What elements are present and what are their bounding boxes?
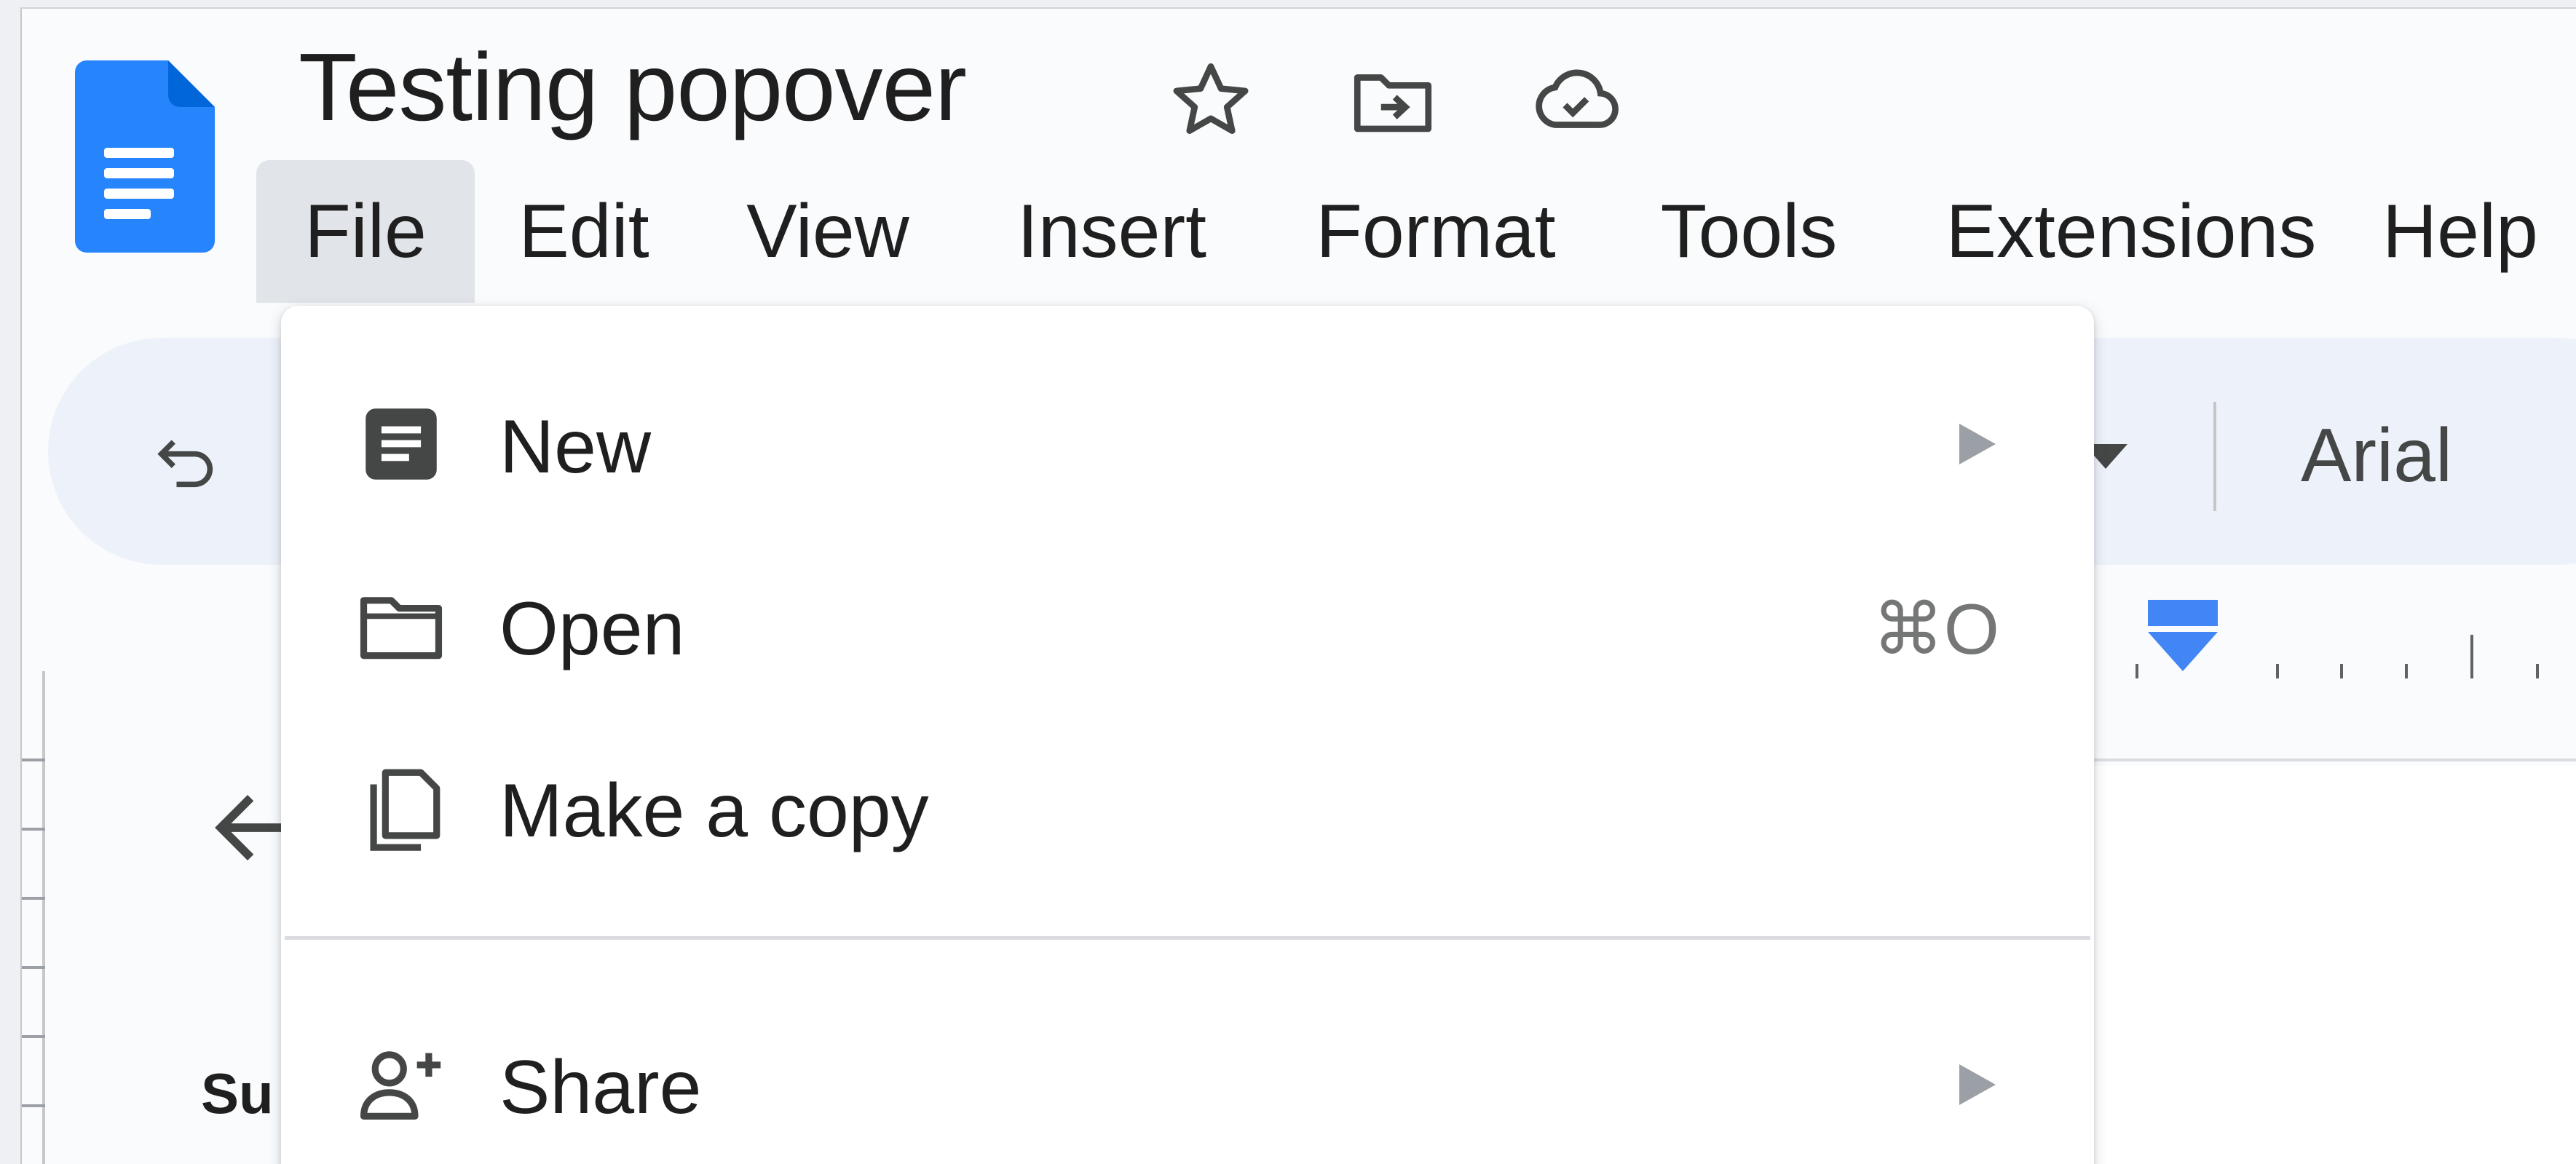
- submenu-arrow-icon: [1959, 1064, 1996, 1105]
- document-page[interactable]: [2082, 766, 2576, 1164]
- menu-edit[interactable]: Edit: [497, 160, 671, 303]
- menu-insert[interactable]: Insert: [984, 160, 1239, 303]
- file-menu-label: New: [499, 405, 652, 489]
- cloud-saved-icon[interactable]: [1528, 54, 1622, 149]
- file-menu-item-share[interactable]: Share: [281, 997, 2094, 1164]
- document-title[interactable]: Testing popover: [299, 39, 967, 135]
- menu-separator: [285, 936, 2090, 940]
- file-menu-label: Make a copy: [499, 769, 929, 853]
- menu-help[interactable]: Help: [2382, 160, 2576, 303]
- docs-logo-icon[interactable]: [75, 60, 215, 253]
- undo-icon[interactable]: [149, 424, 222, 496]
- shortcut-label: ⌘O: [1872, 589, 1999, 669]
- menu-view[interactable]: View: [726, 160, 930, 303]
- share-person-add-icon: [354, 1037, 449, 1132]
- file-menu-label: Open: [499, 587, 685, 671]
- file-menu-item-open[interactable]: Open ⌘O: [281, 539, 2094, 713]
- move-to-folder-icon[interactable]: [1346, 54, 1440, 149]
- file-menu-item-make-a-copy[interactable]: Make a copy: [281, 721, 2094, 895]
- font-family-select[interactable]: Arial: [2301, 413, 2452, 499]
- horizontal-ruler[interactable]: [2075, 591, 2576, 766]
- submenu-arrow-icon: [1959, 424, 1996, 464]
- copy-icon: [354, 761, 449, 855]
- toolbar-divider: [2213, 402, 2216, 511]
- file-menu-popover: New Open ⌘O Make a copy Share: [281, 306, 2094, 1164]
- ruler-baseline: [2075, 759, 2576, 761]
- star-icon[interactable]: [1163, 54, 1258, 149]
- docs-window: Testing popover File Edit View Insert Fo…: [20, 7, 2576, 1164]
- file-menu-label: Share: [499, 1045, 702, 1130]
- file-menu-item-new[interactable]: New: [281, 357, 2094, 531]
- menu-extensions[interactable]: Extensions: [1924, 160, 2339, 303]
- menu-format[interactable]: Format: [1290, 160, 1581, 303]
- menu-file[interactable]: File: [256, 160, 475, 303]
- outline-summary-label: Su: [201, 1061, 274, 1125]
- folder-icon: [354, 579, 449, 673]
- vertical-ruler[interactable]: [22, 759, 45, 1164]
- menu-tools[interactable]: Tools: [1625, 160, 1873, 303]
- new-document-icon: [354, 397, 449, 491]
